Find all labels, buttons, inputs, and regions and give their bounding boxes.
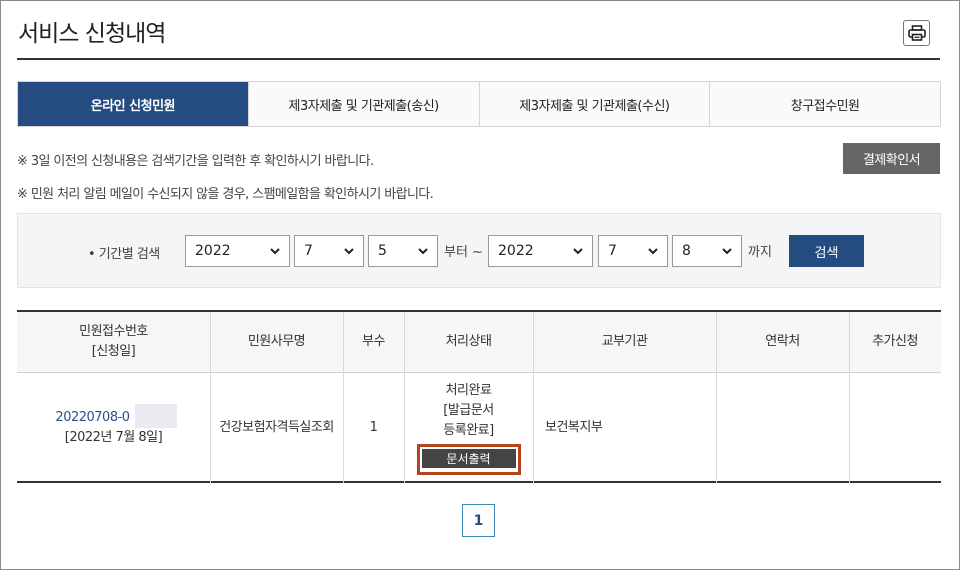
to-suffix: 까지	[748, 245, 772, 260]
header-receipt-number: 민원접수번호 [신청일]	[17, 312, 210, 372]
to-month-value: 7	[608, 243, 617, 259]
to-month-select[interactable]: 7	[598, 235, 668, 267]
status-line1: 처리완료	[445, 383, 492, 398]
to-year-select[interactable]: 2022	[488, 235, 593, 267]
header-status: 처리상태	[445, 334, 492, 349]
application-date: [2022년 7월 8일]	[64, 430, 163, 445]
contact-cell	[716, 373, 849, 483]
chevron-down-icon	[648, 248, 658, 255]
search-period-label: • 기간별 검색	[88, 247, 160, 262]
print-button[interactable]	[903, 20, 930, 46]
chevron-down-icon	[418, 248, 428, 255]
header-issuing-agency: 교부기관	[601, 334, 648, 349]
copies-cell: 1	[369, 420, 378, 435]
notice-spam-mail: ※ 민원 처리 알림 메일이 수신되지 않을 경우, 스팸메일함을 확인하시기 …	[17, 187, 434, 202]
receipt-number-link[interactable]: 20220708-0	[55, 408, 130, 428]
page-title: 서비스 신청내역	[18, 21, 166, 47]
service-name-cell: 건강보험자격득실조회	[219, 420, 334, 435]
from-month-value: 7	[304, 243, 313, 259]
notice-search-period: ※ 3일 이전의 신청내용은 검색기간을 입력한 후 확인하시기 바랍니다.	[17, 154, 374, 169]
title-divider	[17, 58, 940, 60]
from-day-value: 5	[378, 243, 387, 259]
chevron-down-icon	[270, 248, 280, 255]
status-line3: 등록완료]	[443, 423, 494, 438]
additional-request-cell	[849, 373, 941, 483]
from-suffix: 부터 ~	[444, 245, 483, 260]
receipt-number-cell: 20220708-0 [2022년 7월 8일]	[17, 373, 210, 483]
from-year-value: 2022	[195, 243, 231, 259]
chevron-down-icon	[344, 248, 354, 255]
to-day-value: 8	[682, 243, 691, 259]
tab-bar: 온라인 신청민원 제3자제출 및 기관제출(송신) 제3자제출 및 기관제출(수…	[17, 81, 941, 127]
status-cell: 처리완료 [발급문서 등록완료] 문서출력	[404, 373, 533, 483]
tab-third-party-sent[interactable]: 제3자제출 및 기관제출(송신)	[249, 82, 480, 126]
tab-online-application[interactable]: 온라인 신청민원	[18, 82, 249, 126]
print-document-highlight: 문서출력	[416, 444, 521, 475]
header-receipt-number-line2: [신청일]	[91, 344, 136, 359]
tab-third-party-received[interactable]: 제3자제출 및 기관제출(수신)	[480, 82, 711, 126]
issuing-agency-cell: 보건복지부	[545, 420, 603, 435]
print-document-button[interactable]: 문서출력	[421, 449, 516, 468]
header-additional-request: 추가신청	[872, 334, 918, 349]
redaction-mask	[135, 404, 177, 428]
payment-confirmation-button[interactable]: 결제확인서	[843, 143, 940, 174]
tab-counter-application[interactable]: 창구접수민원	[710, 82, 940, 126]
header-copies: 부수	[362, 334, 385, 349]
from-year-select[interactable]: 2022	[185, 235, 290, 267]
pagination-page-1[interactable]: 1	[462, 504, 495, 537]
from-month-select[interactable]: 7	[294, 235, 364, 267]
chevron-down-icon	[573, 248, 583, 255]
printer-icon	[907, 25, 926, 41]
to-year-value: 2022	[498, 243, 534, 259]
status-line2: [발급문서	[443, 403, 494, 418]
application-table: 민원접수번호 [신청일] 민원사무명 부수 처리상태 교부기관 연락처 추가신청…	[17, 310, 941, 483]
from-day-select[interactable]: 5	[368, 235, 438, 267]
chevron-down-icon	[722, 248, 732, 255]
header-contact: 연락처	[765, 334, 800, 349]
header-service-name: 민원사무명	[247, 334, 306, 349]
to-day-select[interactable]: 8	[672, 235, 742, 267]
header-receipt-number-line1: 민원접수번호	[79, 324, 148, 339]
search-button[interactable]: 검색	[789, 235, 864, 267]
